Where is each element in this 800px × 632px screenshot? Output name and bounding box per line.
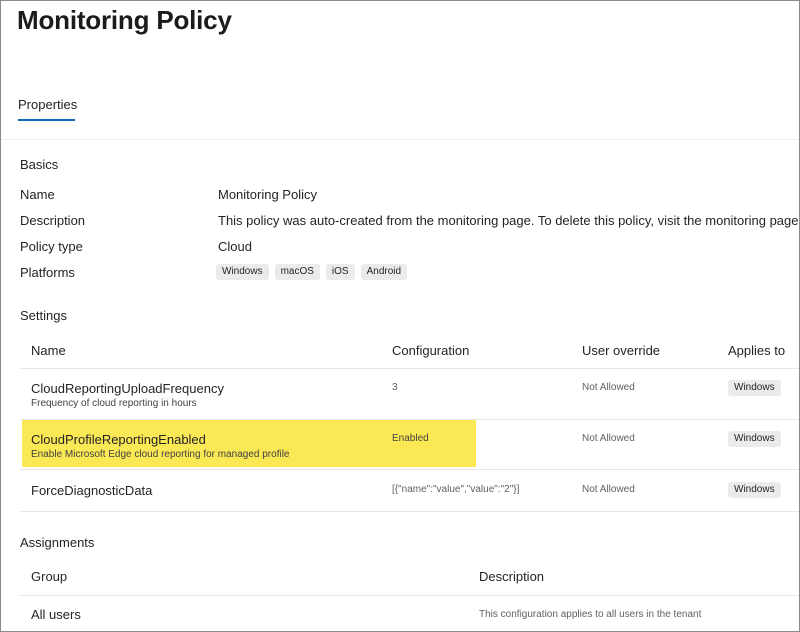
settings-col-configuration[interactable]: Configuration <box>392 343 469 358</box>
setting-row-3-configuration: [{"name":"value","value":"2"}] <box>392 484 520 495</box>
basics-value-policy-type: Cloud <box>218 239 252 254</box>
basics-value-name: Monitoring Policy <box>218 187 317 202</box>
platform-chip-android: Android <box>360 264 408 280</box>
assignments-col-description[interactable]: Description <box>479 569 544 584</box>
settings-col-user-override[interactable]: User override <box>582 343 660 358</box>
page-title: Monitoring Policy <box>17 5 232 35</box>
basics-heading: Basics <box>20 157 59 172</box>
setting-row-1-configuration: 3 <box>392 382 398 393</box>
setting-row-2-name: CloudProfileReportingEnabled <box>31 432 206 447</box>
policy-panel: Monitoring Policy Properties Basics Name… <box>0 0 800 632</box>
setting-row-3-name: ForceDiagnosticData <box>31 483 153 498</box>
settings-col-applies-to[interactable]: Applies to <box>728 343 785 358</box>
basics-label-name: Name <box>20 187 55 202</box>
platform-chips: Windows macOS iOS Android <box>216 264 408 280</box>
setting-row-1-applies-to: Windows <box>728 380 781 396</box>
setting-row-1-description: Frequency of cloud reporting in hours <box>31 398 197 409</box>
tab-properties[interactable]: Properties <box>18 97 77 112</box>
setting-row-2-description: Enable Microsoft Edge cloud reporting fo… <box>31 449 290 460</box>
settings-heading: Settings <box>20 308 67 323</box>
settings-header-divider <box>20 368 799 369</box>
assignment-row-1-description: This configuration applies to all users … <box>479 609 702 620</box>
settings-row-divider <box>20 511 799 512</box>
setting-row-1-name: CloudReportingUploadFrequency <box>31 381 224 396</box>
setting-row-2-configuration: Enabled <box>392 433 429 444</box>
basics-value-description: This policy was auto-created from the mo… <box>218 213 800 228</box>
platform-chip-windows: Windows <box>216 264 269 280</box>
assignments-heading: Assignments <box>20 535 95 550</box>
tab-active-indicator <box>18 119 75 121</box>
basics-label-platforms: Platforms <box>20 265 75 280</box>
platform-chip-ios: iOS <box>325 264 355 280</box>
basics-label-policy-type: Policy type <box>20 239 83 254</box>
setting-row-1-user-override: Not Allowed <box>582 382 635 393</box>
setting-row-2-applies-to: Windows <box>728 431 781 447</box>
setting-row-3-applies-to: Windows <box>728 482 781 498</box>
basics-label-description: Description <box>20 213 86 228</box>
settings-col-name[interactable]: Name <box>31 343 66 358</box>
setting-row-3-user-override: Not Allowed <box>582 484 635 495</box>
assignments-header-divider <box>20 595 799 596</box>
tabs-divider <box>1 139 799 140</box>
assignments-col-group[interactable]: Group <box>31 569 67 584</box>
assignment-row-1-group: All users <box>31 607 81 622</box>
settings-row-divider <box>20 469 799 470</box>
setting-row-2-user-override: Not Allowed <box>582 433 635 444</box>
platform-chip-macos: macOS <box>274 264 320 280</box>
